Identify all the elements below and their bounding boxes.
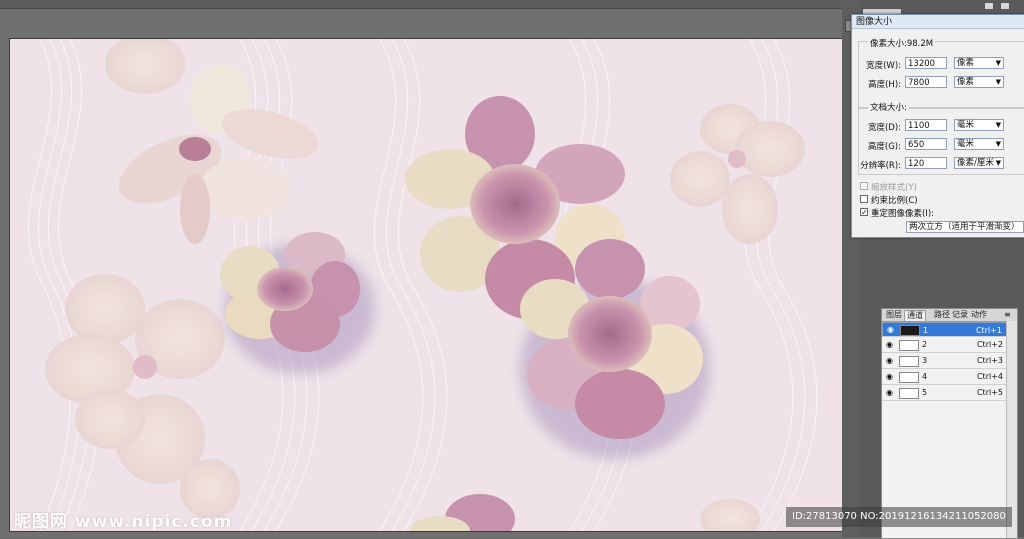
dialog-title: 图像大小	[852, 15, 1024, 29]
channel-shortcut: Ctrl+3	[976, 356, 1003, 365]
pixel-width-input[interactable]: 13200	[905, 57, 947, 69]
tab-paths[interactable]: 路径	[932, 310, 952, 320]
image-id-label: ID:27813070 NO:20191216134211052080	[786, 507, 1012, 527]
pixel-height-unit-value: 像素	[957, 77, 975, 87]
channel-shortcut: Ctrl+1	[975, 326, 1002, 335]
chevron-down-icon: ▼	[995, 140, 1001, 148]
channel-shortcut: Ctrl+2	[976, 340, 1003, 349]
minimize-icon[interactable]	[984, 2, 994, 10]
channel-name: 2	[922, 340, 928, 349]
pixel-height-unit-select[interactable]: 像素 ▼	[954, 76, 1004, 88]
doc-width-label: 宽度(D):	[867, 123, 901, 133]
channel-shortcut: Ctrl+4	[976, 372, 1003, 381]
channel-thumbnail	[900, 325, 920, 336]
chevron-down-icon: ▼	[995, 159, 1001, 167]
channel-row[interactable]: ◉ 3 Ctrl+3	[882, 354, 1017, 369]
site-watermark: 昵图网 www.nipic.com	[14, 512, 233, 532]
channel-row[interactable]: ◉ 1 Ctrl+1	[882, 322, 1017, 337]
constrain-proportions-label: 约束比例(C)	[871, 196, 918, 206]
document-title-bar	[0, 0, 860, 9]
image-size-dialog: 图像大小 像素大小:98.2M 宽度(W): 13200 像素 ▼ 高度(H): …	[851, 14, 1024, 238]
scale-styles-checkbox[interactable]	[860, 182, 868, 190]
tab-channels[interactable]: 通道	[904, 310, 926, 321]
resample-label: 重定图像像素(I):	[871, 209, 935, 219]
eye-icon[interactable]: ◉	[886, 357, 894, 365]
doc-height-unit-value: 毫米	[957, 139, 975, 149]
pixel-width-unit-select[interactable]: 像素 ▼	[954, 57, 1004, 69]
resolution-unit-value: 像素/厘米	[957, 158, 994, 168]
doc-width-unit-select[interactable]: 毫米 ▼	[954, 119, 1004, 131]
close-icon[interactable]	[1000, 2, 1010, 10]
resolution-input[interactable]: 120	[905, 157, 947, 169]
panel-menu-icon[interactable]: ≡	[1002, 310, 1013, 320]
pixel-height-input[interactable]: 7800	[905, 76, 947, 88]
doc-height-label: 高度(G):	[867, 142, 901, 152]
resolution-unit-select[interactable]: 像素/厘米 ▼	[954, 157, 1004, 169]
doc-width-unit-value: 毫米	[957, 120, 975, 130]
doc-width-input[interactable]: 1100	[905, 119, 947, 131]
tab-actions[interactable]: 动作	[969, 310, 989, 320]
floral-artwork	[10, 39, 842, 531]
resolution-label: 分辨率(R):	[860, 161, 901, 171]
tab-history[interactable]: 记录	[950, 310, 970, 320]
eye-icon[interactable]: ◉	[886, 389, 894, 397]
channel-name: 1	[923, 326, 929, 335]
channel-row[interactable]: ◉ 4 Ctrl+4	[882, 370, 1017, 385]
channel-row[interactable]: ◉ 2 Ctrl+2	[882, 338, 1017, 353]
eye-icon[interactable]: ◉	[886, 373, 894, 381]
pixel-width-label: 宽度(W):	[866, 61, 901, 71]
scale-styles-label: 缩放样式(Y)	[871, 183, 917, 193]
chevron-down-icon: ▼	[995, 59, 1001, 67]
doc-height-unit-select[interactable]: 毫米 ▼	[954, 138, 1004, 150]
channel-thumbnail	[899, 356, 919, 367]
channel-thumbnail	[899, 372, 919, 383]
document-size-label: 文档大小:	[868, 101, 909, 113]
resample-checkbox[interactable]: ✓	[860, 208, 868, 217]
tab-layers[interactable]: 图层	[884, 310, 904, 320]
chevron-down-icon: ▼	[995, 78, 1001, 86]
channel-shortcut: Ctrl+5	[976, 388, 1003, 397]
document-canvas[interactable]	[9, 38, 843, 532]
channel-name: 3	[922, 356, 928, 365]
channel-row[interactable]: ◉ 5 Ctrl+5	[882, 386, 1017, 401]
pixel-width-unit-value: 像素	[957, 58, 975, 68]
constrain-proportions-checkbox[interactable]	[860, 195, 868, 203]
pixel-dimensions-group	[858, 41, 1024, 109]
eye-icon[interactable]: ◉	[886, 341, 894, 349]
checkmark-icon: ✓	[861, 208, 868, 217]
panel-scrollbar[interactable]	[1006, 321, 1017, 538]
doc-height-input[interactable]: 650	[905, 138, 947, 150]
pixel-height-label: 高度(H):	[868, 80, 901, 90]
channel-name: 4	[922, 372, 928, 381]
pixel-dimensions-label: 像素大小:98.2M	[868, 37, 936, 49]
channels-panel: 图层 通道 路径 记录 动作 ≡ ◉ 1 Ctrl+1 ◉ 2 Ctrl+2 ◉…	[881, 308, 1018, 539]
channel-thumbnail	[899, 340, 919, 351]
eye-icon[interactable]: ◉	[887, 326, 895, 334]
chevron-down-icon: ▼	[995, 121, 1001, 129]
resample-method-select[interactable]: 两次立方（适用于平滑渐变）	[906, 221, 1024, 233]
channel-thumbnail	[899, 388, 919, 399]
channel-name: 5	[922, 388, 928, 397]
panel-tabs: 图层 通道 路径 记录 动作 ≡	[882, 309, 1017, 322]
